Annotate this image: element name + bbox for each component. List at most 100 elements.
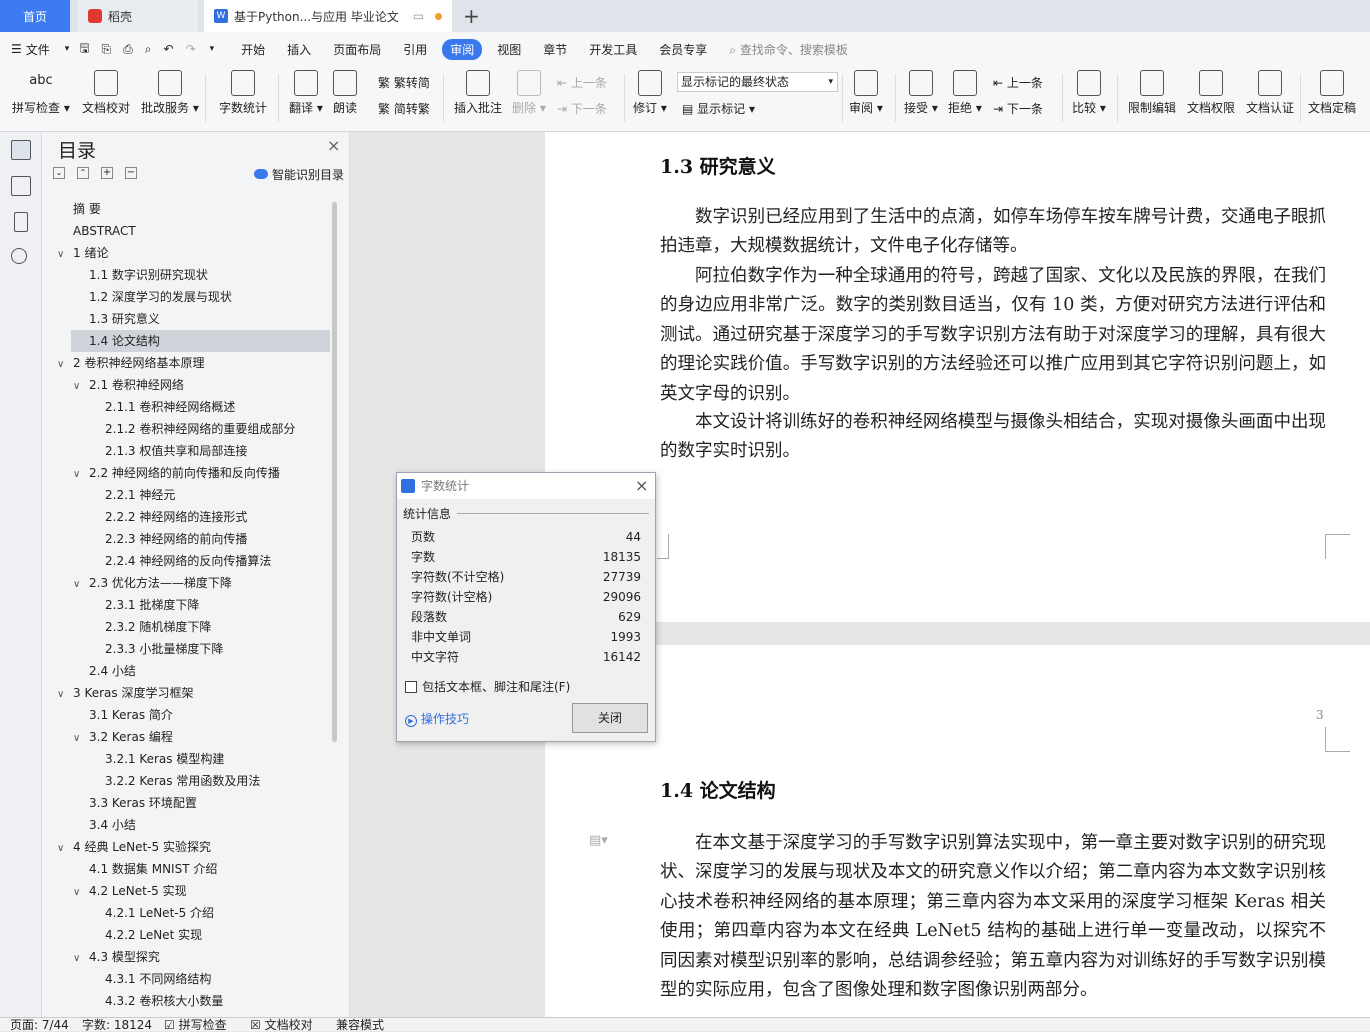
toc-item[interactable]: ∨ 4.3 模型探究 <box>57 946 327 968</box>
spell-check-button[interactable]: abc 拼写检查 ▾ <box>12 70 70 116</box>
toc-item[interactable]: ∨ 2.2 神经网络的前向传播和反向传播 <box>57 462 327 484</box>
bookmark-icon[interactable] <box>14 212 28 232</box>
menu-devtools[interactable]: 开发工具 <box>578 41 648 58</box>
tab-document[interactable]: W 基于Python...与应用 毕业论文 ▭ <box>204 0 452 32</box>
chevron-down-icon[interactable]: ∨ <box>73 574 85 596</box>
toc-item[interactable]: 2.1.2 卷积神经网络的重要组成部分 <box>57 418 327 440</box>
doc-finalize-button[interactable]: 文档定稿 <box>1308 70 1356 116</box>
chevron-down-icon[interactable]: ∨ <box>73 728 85 750</box>
toc-item[interactable]: 2.2.3 神经网络的前向传播 <box>57 528 327 550</box>
undo-icon[interactable]: ↶ <box>158 42 180 56</box>
toc-item[interactable]: 4.2.1 LeNet-5 介绍 <box>57 902 327 924</box>
save-icon[interactable]: 🖫 <box>73 39 95 60</box>
toc-item[interactable]: 2.4 小结 <box>57 660 327 682</box>
toc-item[interactable]: ∨ 3 Keras 深度学习框架 <box>57 682 327 704</box>
menu-section[interactable]: 章节 <box>532 41 578 58</box>
toc-item[interactable]: 1.2 深度学习的发展与现状 <box>57 286 327 308</box>
include-textbox-checkbox[interactable]: 包括文本框、脚注和尾注(F) <box>405 678 570 695</box>
next-comment-button[interactable]: ⇥ 下一条 <box>557 100 607 117</box>
expand-up-icon[interactable]: ⌃ <box>77 167 89 179</box>
annotation-service-button[interactable]: 批改服务 ▾ <box>141 70 199 116</box>
doc-permission-button[interactable]: 文档权限 <box>1187 70 1235 116</box>
next-change-button[interactable]: ⇥ 下一条 <box>993 100 1043 117</box>
prev-comment-button[interactable]: ⇤ 上一条 <box>557 74 607 91</box>
page-indicator[interactable]: 页面: 7/44 <box>10 1018 69 1032</box>
toc-scrollbar[interactable] <box>332 202 337 742</box>
redo-icon[interactable]: ↷ <box>180 42 202 56</box>
doc-proof-button[interactable]: 文档校对 <box>82 70 130 116</box>
print-icon[interactable]: ⎙ <box>117 42 139 57</box>
simp-to-trad-button[interactable]: 繁 简转繁 <box>378 100 430 117</box>
chevron-down-icon[interactable]: ∨ <box>57 354 69 376</box>
toc-item[interactable]: 2.2.1 神经元 <box>57 484 327 506</box>
toc-item[interactable]: 2.3.1 批梯度下降 <box>57 594 327 616</box>
new-tab-button[interactable]: + <box>463 4 480 28</box>
toc-item[interactable]: 1.1 数字识别研究现状 <box>57 264 327 286</box>
markup-state-select[interactable]: 显示标记的最终状态 ▾ <box>677 72 838 92</box>
word-count-button[interactable]: 字数统计 <box>219 70 267 116</box>
toc-item[interactable]: 3.4 小结 <box>57 814 327 836</box>
add-heading-icon[interactable]: + <box>101 167 113 179</box>
toc-item[interactable]: ∨ 2.3 优化方法——梯度下降 <box>57 572 327 594</box>
reject-button[interactable]: 拒绝 ▾ <box>948 70 982 116</box>
toc-item[interactable]: ∨ 2.1 卷积神经网络 <box>57 374 327 396</box>
close-button[interactable]: 关闭 <box>572 703 648 733</box>
toc-item[interactable]: ∨ 2 卷积神经网络基本原理 <box>57 352 327 374</box>
paragraph-layout-icon[interactable]: ▤▾ <box>589 833 608 848</box>
toc-item[interactable]: ABSTRACT <box>57 220 327 242</box>
menu-member[interactable]: 会员专享 <box>648 41 718 58</box>
chevron-down-icon[interactable]: ∨ <box>73 464 85 486</box>
more-icon[interactable]: ▾ <box>202 44 223 54</box>
chapter-nav-icon[interactable] <box>11 176 31 196</box>
chevron-down-icon[interactable]: ∨ <box>73 376 85 398</box>
toc-item[interactable]: 3.2.2 Keras 常用函数及用法 <box>57 770 327 792</box>
toc-item[interactable]: 4.3.1 不同网络结构 <box>57 968 327 990</box>
toc-item[interactable]: 1.3 研究意义 <box>57 308 327 330</box>
hamburger-icon[interactable]: ☰ <box>0 42 24 56</box>
read-aloud-button[interactable]: 朗读 <box>333 70 357 116</box>
menu-view[interactable]: 视图 <box>486 41 532 58</box>
smart-toc-button[interactable]: 智能识别目录 <box>254 166 344 183</box>
print-preview-icon[interactable]: ⌕ <box>139 42 158 57</box>
toc-item[interactable]: 4.1 数据集 MNIST 介绍 <box>57 858 327 880</box>
revise-button[interactable]: 修订 ▾ <box>633 70 667 116</box>
chevron-down-icon[interactable]: ∨ <box>73 882 85 904</box>
chevron-down-icon[interactable]: ∨ <box>73 948 85 970</box>
word-count-indicator[interactable]: 字数: 18124 <box>82 1018 152 1032</box>
search-icon[interactable] <box>11 248 27 264</box>
chevron-down-icon[interactable]: ∨ <box>57 244 69 266</box>
delete-comment-button[interactable]: 删除 ▾ <box>512 70 546 116</box>
toc-item[interactable]: 2.1.1 卷积神经网络概述 <box>57 396 327 418</box>
close-icon[interactable]: × <box>635 473 648 499</box>
toc-item[interactable]: ∨ 4.2 LeNet-5 实现 <box>57 880 327 902</box>
toc-item[interactable]: 2.2.2 神经网络的连接形式 <box>57 506 327 528</box>
toc-item[interactable]: 2.3.2 随机梯度下降 <box>57 616 327 638</box>
doc-auth-button[interactable]: 文档认证 <box>1246 70 1294 116</box>
tips-link[interactable]: ▶ 操作技巧 <box>405 710 469 727</box>
tab-home[interactable]: 首页 <box>0 0 70 32</box>
close-icon[interactable]: × <box>327 136 340 155</box>
collapse-all-icon[interactable]: ⌄ <box>53 167 65 179</box>
menu-review[interactable]: 审阅 <box>442 38 483 60</box>
menu-layout[interactable]: 页面布局 <box>322 41 392 58</box>
chevron-down-icon[interactable]: ∨ <box>57 684 69 706</box>
compare-button[interactable]: 比较 ▾ <box>1072 70 1106 116</box>
doc-proof-status[interactable]: ☒ 文档校对 <box>250 1018 313 1032</box>
insert-comment-button[interactable]: 插入批注 <box>454 70 502 116</box>
toc-item[interactable]: 3.2.1 Keras 模型构建 <box>57 748 327 770</box>
export-pdf-icon[interactable]: ⎘ <box>96 42 118 57</box>
toc-item[interactable]: 3.3 Keras 环境配置 <box>57 792 327 814</box>
show-markup-button[interactable]: ▤ 显示标记 ▾ <box>682 100 755 117</box>
toc-item[interactable]: ∨ 4 经典 LeNet-5 实验探究 <box>57 836 327 858</box>
toc-item[interactable]: 3.1 Keras 简介 <box>57 704 327 726</box>
toc-item[interactable]: 2.1.3 权值共享和局部连接 <box>57 440 327 462</box>
prev-change-button[interactable]: ⇤ 上一条 <box>993 74 1043 91</box>
menu-start[interactable]: 开始 <box>230 41 276 58</box>
toc-item[interactable]: 2.2.4 神经网络的反向传播算法 <box>57 550 327 572</box>
toc-item[interactable]: ∨ 3.2 Keras 编程 <box>57 726 327 748</box>
tab-daoke[interactable]: 稻壳 <box>78 0 198 32</box>
menu-insert[interactable]: 插入 <box>276 41 322 58</box>
toc-panel-icon[interactable] <box>11 140 31 160</box>
translate-button[interactable]: 翻译 ▾ <box>289 70 323 116</box>
review-pane-button[interactable]: 审阅 ▾ <box>849 70 883 116</box>
